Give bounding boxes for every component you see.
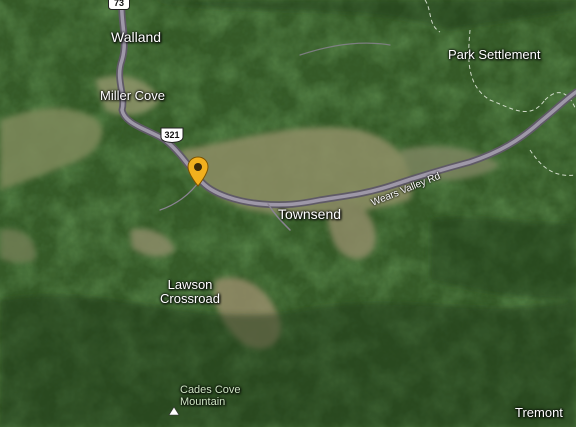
cades-line-1: Cades Cove xyxy=(180,384,241,396)
place-miller-cove[interactable]: Miller Cove xyxy=(100,89,165,103)
lawson-line-1: Lawson xyxy=(167,277,213,292)
place-tremont[interactable]: Tremont xyxy=(515,406,563,420)
cades-line-2: Mountain xyxy=(180,396,226,408)
shield-321-number: 321 xyxy=(164,130,180,140)
peak-cades-cove-mountain[interactable]: Cades Cove Mountain xyxy=(180,384,241,408)
us-321-shield: 321 xyxy=(160,127,184,144)
us-73-shield: 73 xyxy=(108,0,130,10)
place-lawson-crossroad[interactable]: Lawson Crossroad xyxy=(158,278,222,306)
location-pin-icon[interactable] xyxy=(186,156,210,188)
satellite-map[interactable]: 73 321 Wears Valley Rd Walland Miller Co… xyxy=(0,0,576,427)
place-walland[interactable]: Walland xyxy=(111,30,161,44)
lawson-line-2: Crossroad xyxy=(160,291,220,306)
place-park-settlement[interactable]: Park Settlement xyxy=(448,48,541,62)
mountain-peak-icon xyxy=(168,406,180,416)
place-townsend[interactable]: Townsend xyxy=(278,207,341,221)
shield-73-number: 73 xyxy=(113,0,124,8)
